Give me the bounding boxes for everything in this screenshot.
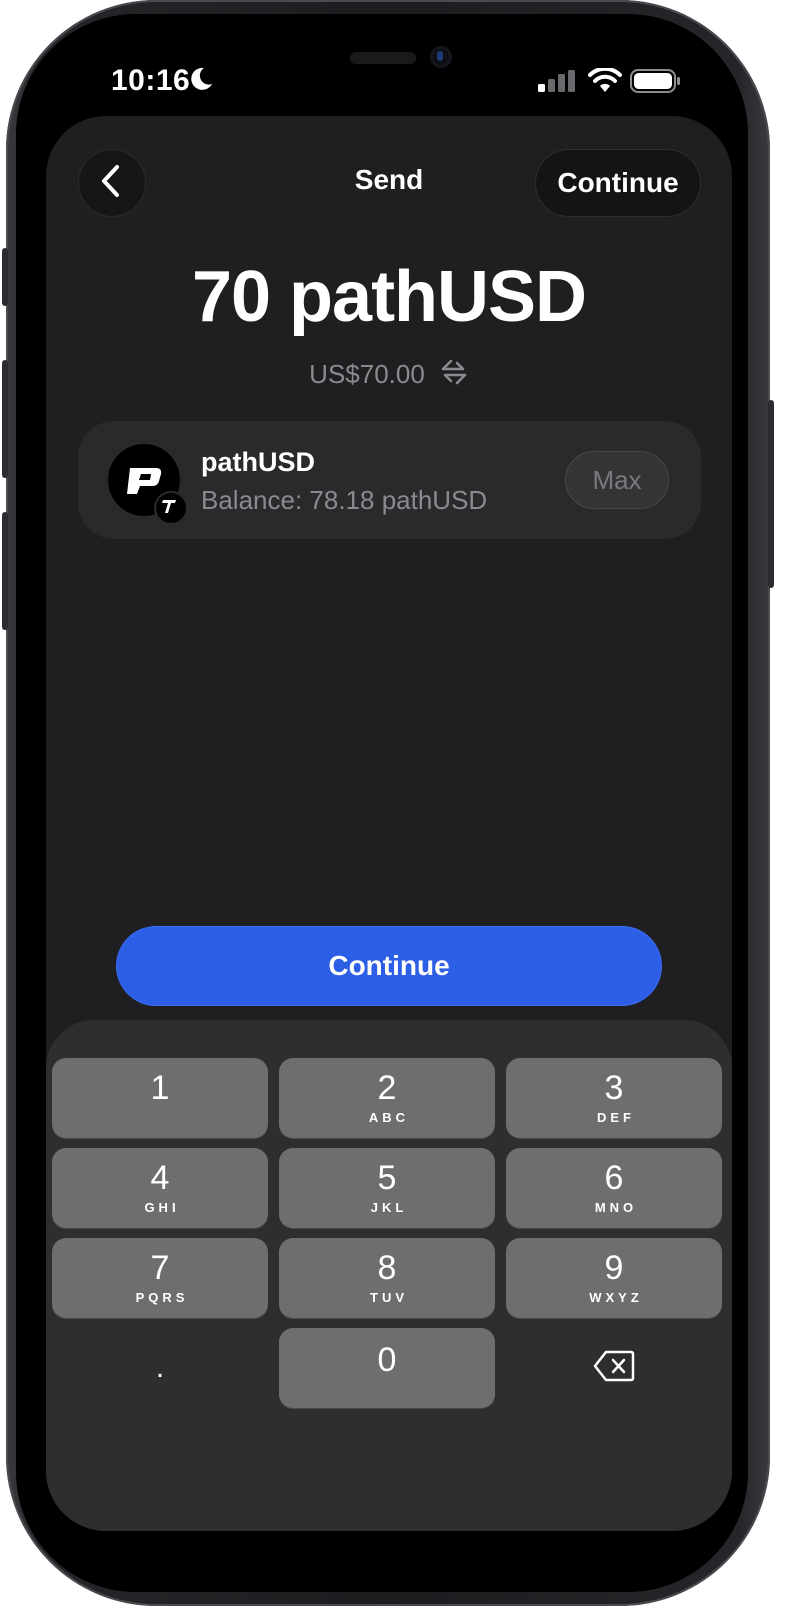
- max-button[interactable]: Max: [565, 451, 669, 509]
- volume-down-button: [2, 512, 8, 630]
- key-letters: DEF: [597, 1110, 635, 1125]
- key-8[interactable]: 8 TUV: [279, 1238, 495, 1318]
- key-digit: 2: [377, 1069, 397, 1107]
- key-9[interactable]: 9 WXYZ: [506, 1238, 722, 1318]
- token-name: pathUSD: [201, 447, 315, 477]
- key-digit: 9: [604, 1249, 624, 1287]
- power-button: [768, 400, 774, 588]
- key-digit: 3: [604, 1069, 624, 1107]
- battery-icon: [630, 68, 682, 99]
- key-letters: MNO: [594, 1200, 638, 1215]
- fiat-amount: US$70.00: [309, 359, 425, 389]
- key-digit: 4: [150, 1159, 170, 1197]
- amount-token: pathUSD: [289, 257, 587, 337]
- token-balance: Balance: 78.18 pathUSD: [201, 485, 488, 515]
- cellular-signal-icon: [538, 70, 578, 97]
- send-sheet: Send Continue 70 pathUSD US$70.00 pathUS…: [46, 116, 732, 1531]
- status-time: 10:16: [111, 64, 191, 97]
- key-decimal[interactable]: .: [52, 1328, 268, 1408]
- key-3[interactable]: 3 DEF: [506, 1058, 722, 1138]
- silent-switch: [2, 248, 8, 306]
- earpiece-speaker: [350, 52, 416, 64]
- key-5[interactable]: 5 JKL: [279, 1148, 495, 1228]
- key-0[interactable]: 0: [279, 1328, 495, 1408]
- key-letters: TUV: [370, 1290, 408, 1305]
- key-letters: ABC: [368, 1110, 410, 1125]
- front-camera: [430, 46, 452, 68]
- key-digit: 7: [150, 1249, 170, 1287]
- key-digit: 5: [377, 1159, 397, 1197]
- key-1[interactable]: 1: [52, 1058, 268, 1138]
- phone-screen: 10:16 Send Continue 70 pathUSD US$70.00 …: [16, 14, 748, 1592]
- key-digit: 0: [377, 1341, 397, 1379]
- amount-value: 70: [191, 257, 271, 337]
- key-letters: GHI: [144, 1200, 180, 1215]
- key-decimal-label: .: [155, 1351, 165, 1384]
- key-delete[interactable]: [506, 1328, 722, 1408]
- key-letters: WXYZ: [589, 1290, 643, 1305]
- key-digit: 1: [150, 1069, 170, 1107]
- fiat-row: US$70.00: [46, 358, 732, 391]
- key-letters: JKL: [370, 1200, 408, 1215]
- volume-up-button: [2, 360, 8, 478]
- tempo-t-badge-icon: [154, 491, 188, 525]
- continue-button[interactable]: Continue: [116, 926, 662, 1006]
- key-digit: 8: [377, 1249, 397, 1287]
- key-7[interactable]: 7 PQRS: [52, 1238, 268, 1318]
- backspace-icon: [593, 1350, 635, 1387]
- token-selector-card[interactable]: pathUSD Balance: 78.18 pathUSD Max: [78, 421, 701, 539]
- key-6[interactable]: 6 MNO: [506, 1148, 722, 1228]
- wifi-icon: [588, 66, 622, 99]
- swap-arrows-icon[interactable]: [439, 358, 469, 391]
- amount-display: 70 pathUSD: [46, 256, 732, 338]
- numeric-keypad: 1 2 ABC 3 DEF 4 GHI 5 JKL 6 MNO 7 PQRS 8 TUV 9 W…: [46, 1020, 732, 1531]
- key-2[interactable]: 2 ABC: [279, 1058, 495, 1138]
- continue-header-button[interactable]: Continue: [535, 149, 701, 217]
- key-digit: 6: [604, 1159, 624, 1197]
- moon-icon: [188, 66, 214, 97]
- key-letters: PQRS: [135, 1290, 189, 1305]
- key-4[interactable]: 4 GHI: [52, 1148, 268, 1228]
